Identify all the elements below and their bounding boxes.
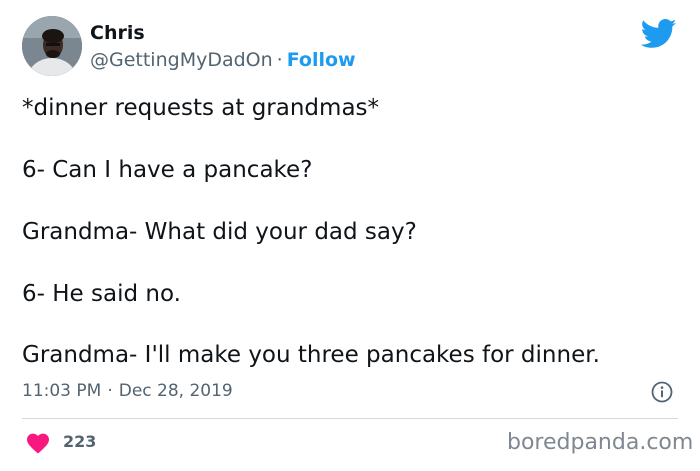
like-count: 223 — [63, 432, 97, 451]
info-icon[interactable] — [651, 381, 673, 403]
author-handle[interactable]: @GettingMyDadOn — [90, 49, 273, 71]
tweet-text-line: 6- Can I have a pancake? — [22, 157, 313, 183]
watermark: boredpanda.com — [507, 430, 694, 455]
follow-button[interactable]: Follow — [287, 49, 356, 71]
tweet-text-line: Grandma- What did your dad say? — [22, 219, 417, 245]
tweet-text-line: Grandma- I'll make you three pancakes fo… — [22, 342, 600, 368]
tweet-text-line: *dinner requests at grandmas* — [22, 95, 380, 121]
timestamp-separator: · — [107, 381, 113, 401]
author-avatar[interactable] — [22, 16, 82, 76]
tweet-card: Chris @GettingMyDadOn · Follow *dinner req… — [0, 0, 700, 471]
tweet-timestamp[interactable]: 11:03 PM · Dec 28, 2019 — [22, 381, 233, 401]
heart-icon[interactable] — [26, 432, 50, 454]
twitter-bird-icon[interactable] — [641, 19, 677, 49]
divider — [22, 418, 678, 419]
author-handle-line: @GettingMyDadOn · Follow — [90, 49, 356, 71]
author-name[interactable]: Chris — [90, 22, 145, 44]
handle-separator: · — [276, 49, 283, 71]
tweet-time: 11:03 PM — [22, 381, 102, 401]
avatar-photo — [22, 16, 82, 76]
tweet-date: Dec 28, 2019 — [118, 381, 233, 401]
tweet-text-line: 6- He said no. — [22, 281, 181, 307]
